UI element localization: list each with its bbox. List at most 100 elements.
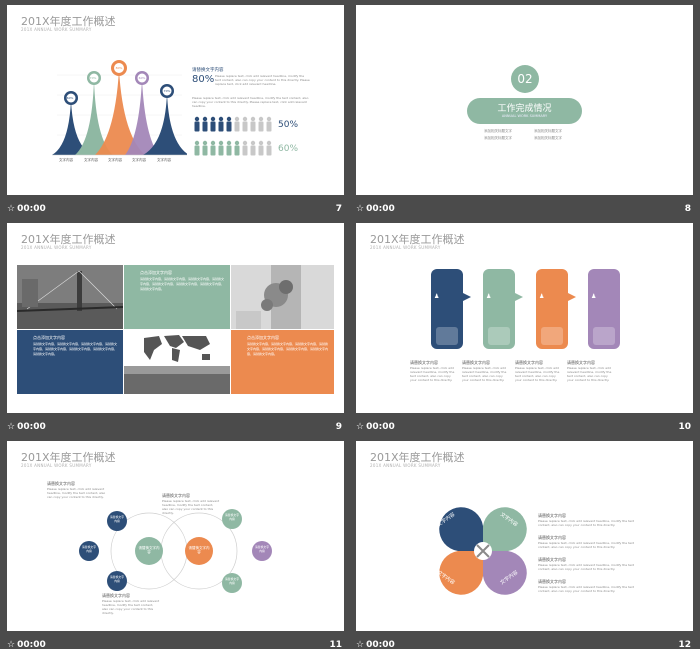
transition-icon[interactable]: ☆: [356, 204, 364, 214]
note-paragraph: Please replace text, click add relevant …: [162, 499, 220, 515]
slide-7-footer: ☆ 00:00 7: [7, 201, 344, 217]
pin-label-3: 80%: [115, 66, 123, 70]
block-heading: 点击添加文字内容: [33, 335, 65, 340]
people-row-sage: [194, 140, 272, 156]
pin-label-1: 60%: [66, 96, 74, 100]
chapter-title: 工作完成情况: [497, 104, 552, 114]
tab-card-sage: [478, 269, 523, 349]
slide-number: 7: [335, 204, 342, 214]
slide-10-canvas: 201X年度工作概述 201X ANNUAL WORK SUMMARY ♟ ♟ …: [356, 223, 693, 413]
stat-paragraph-2: Please replace text, click add relevant …: [192, 96, 309, 108]
slide-number: 12: [678, 640, 691, 649]
card-paragraph: Please replace text, click add relevant …: [515, 366, 560, 382]
slide-subtitle: 201X ANNUAL WORK SUMMARY: [370, 245, 441, 250]
pin-label-4: 60%: [138, 76, 146, 80]
slide-12-footer: ☆ 00:00 12: [356, 637, 693, 649]
node-label: 请替换文字内容: [255, 545, 269, 553]
note-paragraph: Please replace text, click add relevant …: [47, 487, 106, 499]
tab-card-orange: [531, 269, 576, 349]
note-paragraph: Please replace text, click add relevant …: [538, 563, 634, 571]
slide-9-footer: ☆ 00:00 9: [7, 419, 344, 435]
knot-note-2: 请替换文字内容 Please replace text, click add r…: [538, 535, 638, 549]
x-label-4: 文字内容: [132, 158, 146, 162]
transition-icon[interactable]: ☆: [356, 422, 364, 432]
slide-time: 00:00: [17, 204, 46, 214]
slide-number: 10: [678, 422, 691, 432]
x-label-3: 文字内容: [108, 158, 122, 162]
chapter-subtitle: ANNUAL WORK SUMMARY: [501, 114, 548, 118]
slide-12-canvas: 201X年度工作概述 201X ANNUAL WORK SUMMARY 文字内容…: [356, 441, 693, 631]
slide-subtitle: 201X ANNUAL WORK SUMMARY: [21, 463, 92, 468]
x-label-1: 文字内容: [59, 158, 73, 162]
slide-number: 8: [684, 204, 691, 214]
stat-paragraph: Please replace text, click add relevant …: [215, 74, 310, 86]
knot-note-3: 请替换文字内容 Please replace text, click add r…: [538, 557, 638, 571]
chapter-number-badge: 02: [511, 65, 539, 93]
slide-time: 00:00: [17, 640, 46, 649]
slide-10-footer: ☆ 00:00 10: [356, 419, 693, 435]
pin-label-5: 70%: [163, 89, 171, 93]
chapter-item-4: 添加相关标题文字: [534, 136, 562, 140]
note-paragraph: Please replace text, click add relevant …: [102, 599, 160, 615]
node-label: 请替换文字内容: [225, 577, 239, 585]
x-label-5: 文字内容: [157, 158, 171, 162]
note-paragraph: Please replace text, click add relevant …: [538, 519, 634, 527]
photo-bridge-image: [17, 265, 123, 329]
knot-purple: [483, 551, 527, 595]
note-paragraph: Please replace text, click add relevant …: [538, 541, 634, 549]
note-paragraph: Please replace text, click add relevant …: [538, 585, 634, 593]
node-label: 请替换文字内容: [82, 545, 96, 553]
chapter-item-2: 添加相关标题文字: [534, 129, 562, 133]
slide-11-footer: ☆ 00:00 11: [7, 637, 344, 649]
transition-icon[interactable]: ☆: [7, 204, 15, 214]
slide-time: 00:00: [17, 422, 46, 432]
slide-time: 00:00: [366, 204, 395, 214]
world-map-crowd-image: [124, 330, 230, 394]
block-heading: 点击添加文字内容: [140, 270, 172, 275]
transition-icon[interactable]: ☆: [7, 422, 15, 432]
person-icon: ♟: [539, 293, 545, 300]
slide-time: 00:00: [366, 640, 395, 649]
card-text-1: 请替换文字内容 Please replace text, click add r…: [410, 360, 458, 382]
card-text-4: 请替换文字内容 Please replace text, click add r…: [567, 360, 615, 382]
slide-subtitle: 201X ANNUAL WORK SUMMARY: [370, 463, 441, 468]
person-icon: ♟: [434, 293, 440, 300]
note-top-left: 请替换文字内容 Please replace text, click add r…: [47, 481, 107, 499]
stat-60-percent: 60%: [278, 144, 299, 154]
pin-label-2: 70%: [89, 76, 97, 80]
person-icon: ♟: [486, 293, 492, 300]
center-right-label: 请替换文字内容: [188, 546, 210, 554]
chapter-item-3: 添加相关标题文字: [484, 136, 512, 140]
node-label: 请替换文字内容: [110, 575, 124, 583]
node-label: 请替换文字内容: [225, 513, 239, 521]
peak-chart: [52, 60, 187, 156]
knot-note-4: 请替换文字内容 Please replace text, click add r…: [538, 579, 638, 593]
slide-11-canvas: 201X年度工作概述 201X ANNUAL WORK SUMMARY 请替换文…: [7, 441, 344, 631]
tab-cards: [426, 269, 620, 349]
slide-number: 11: [329, 640, 342, 649]
tab-card-navy: [426, 269, 471, 349]
block-text: 请替换文字内容，请替换文字内容，请替换文字内容，请替换文字内容，请替换文字内容，…: [33, 342, 118, 356]
person-icon: ♟: [591, 293, 597, 300]
slide-time: 00:00: [366, 422, 395, 432]
text-block-navy: 点击添加文字内容 请替换文字内容，请替换文字内容，请替换文字内容，请替换文字内容…: [17, 330, 123, 394]
slide-9-canvas: 201X年度工作概述 201X ANNUAL WORK SUMMARY 点击添加…: [7, 223, 344, 413]
stat-50-percent: 50%: [278, 120, 299, 130]
note-top-right: 请替换文字内容 Please replace text, click add r…: [162, 493, 220, 515]
transition-icon[interactable]: ☆: [7, 640, 15, 649]
node-label: 请替换文字内容: [110, 515, 124, 523]
block-text: 请替换文字内容，请替换文字内容，请替换文字内容，请替换文字内容，请替换文字内容，…: [140, 277, 225, 291]
card-text-2: 请替换文字内容 Please replace text, click add r…: [462, 360, 510, 382]
photo-flowers-image: [231, 265, 334, 329]
knot-note-1: 请替换文字内容 Please replace text, click add r…: [538, 513, 638, 527]
card-paragraph: Please replace text, click add relevant …: [410, 366, 455, 382]
stat-80-percent: 80%: [192, 74, 215, 85]
center-left-label: 请替换文字内容: [138, 546, 160, 554]
card-paragraph: Please replace text, click add relevant …: [462, 366, 507, 382]
card-paragraph: Please replace text, click add relevant …: [567, 366, 612, 382]
tab-card-purple: [583, 269, 620, 349]
slide-8-canvas: 02 工作完成情况 ANNUAL WORK SUMMARY 添加相关标题文字 添…: [356, 5, 693, 195]
transition-icon[interactable]: ☆: [356, 640, 364, 649]
slide-7-canvas: 201X年度工作概述 201X ANNUAL WORK SUMMARY 60% …: [7, 5, 344, 195]
note-bottom: 请替换文字内容 Please replace text, click add r…: [102, 593, 160, 615]
